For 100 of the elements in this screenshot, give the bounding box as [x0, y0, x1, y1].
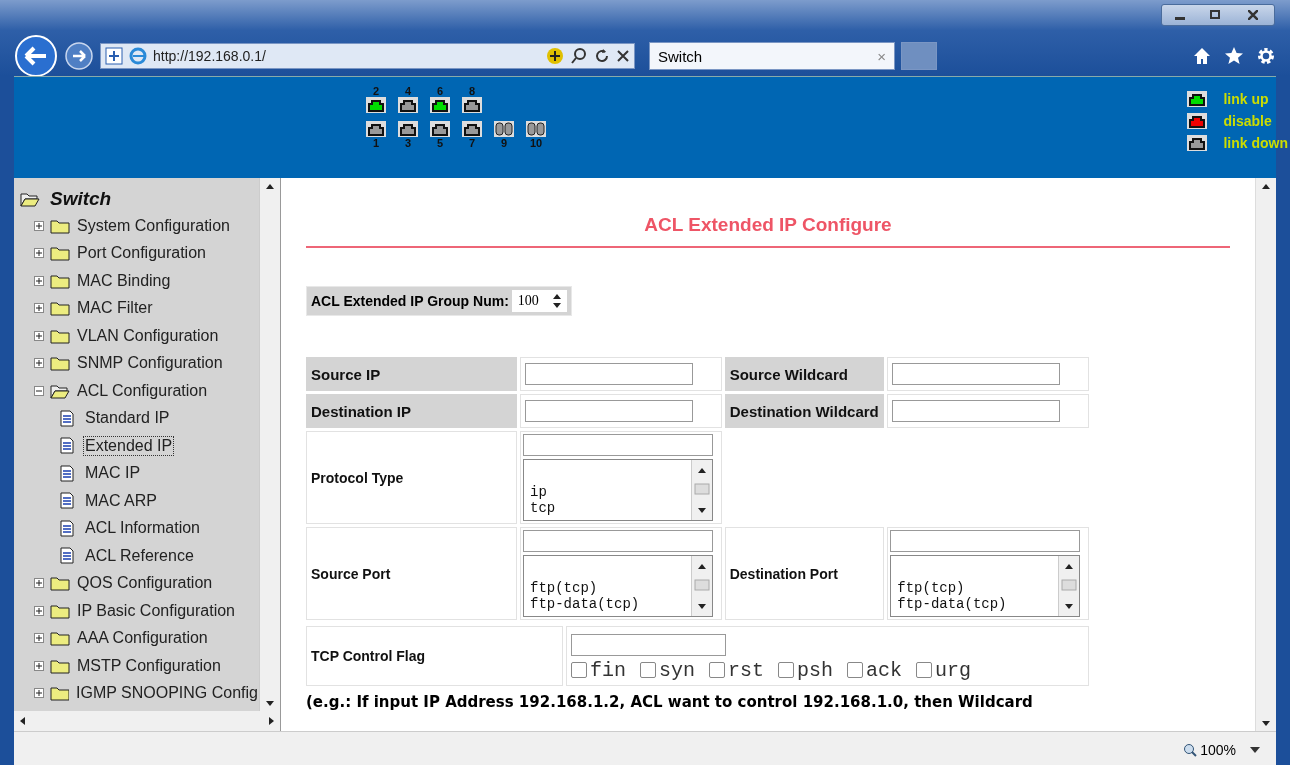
- expand-icon[interactable]: [34, 275, 44, 286]
- tree-item[interactable]: MAC IP: [84, 464, 142, 483]
- tree-item[interactable]: Port Configuration: [76, 244, 207, 263]
- checkbox-label: psh: [797, 658, 834, 682]
- expand-icon[interactable]: [34, 358, 44, 369]
- expand-icon[interactable]: [34, 578, 44, 589]
- folder-icon: [50, 217, 70, 234]
- tree-item[interactable]: SNMP Configuration: [76, 354, 224, 373]
- list-scrollbar[interactable]: [1058, 556, 1080, 616]
- field-label: Source Port: [311, 565, 391, 582]
- document-icon: [60, 409, 74, 427]
- zoom-icon: [1183, 743, 1198, 757]
- list-scrollbar[interactable]: [691, 556, 712, 616]
- input-field[interactable]: [571, 633, 726, 656]
- document-icon: [60, 437, 74, 455]
- input-field[interactable]: [892, 400, 1061, 422]
- checkbox-label: fin: [590, 658, 626, 682]
- checkbox-label: rst: [728, 658, 765, 682]
- scroll-left-icon[interactable]: [18, 716, 28, 726]
- search-icon[interactable]: [570, 47, 588, 65]
- expand-icon[interactable]: [34, 688, 44, 699]
- tree-item[interactable]: System Configuration: [76, 216, 231, 235]
- dropdown-caret-icon[interactable]: [1250, 747, 1260, 753]
- expand-icon[interactable]: [34, 220, 44, 231]
- list-option[interactable]: tcp: [530, 500, 691, 516]
- list-scrollbar[interactable]: [691, 460, 712, 520]
- tree-item[interactable]: VLAN Configuration: [76, 326, 220, 345]
- input-field[interactable]: [523, 434, 713, 456]
- page-scrollbar[interactable]: [1255, 178, 1276, 731]
- open-folder-icon: [50, 382, 70, 399]
- tree-item[interactable]: ACL Reference: [84, 546, 195, 565]
- tree-item[interactable]: IGMP SNOOPING Config: [75, 684, 259, 703]
- tree-item[interactable]: MAC Binding: [76, 271, 172, 290]
- list-option[interactable]: ip: [530, 484, 691, 500]
- expand-icon[interactable]: [34, 605, 44, 616]
- browser-tab[interactable]: Switch ×: [649, 42, 895, 70]
- port-number: 1: [371, 137, 381, 149]
- folder-icon: [50, 327, 70, 344]
- list-option[interactable]: ftp-data(tcp): [530, 596, 691, 612]
- input-field[interactable]: [892, 363, 1061, 385]
- expand-icon[interactable]: [34, 330, 44, 341]
- refresh-icon[interactable]: [594, 47, 610, 65]
- legend-label: link up: [1223, 91, 1269, 107]
- minimize-icon: [1175, 17, 1185, 20]
- field-label: Destination Port: [729, 565, 838, 582]
- maximize-icon: [1210, 10, 1220, 19]
- input-field[interactable]: [525, 400, 693, 422]
- tree-item[interactable]: ACL Configuration: [76, 381, 209, 400]
- list-box[interactable]: ftp(tcp) ftp-data(tcp): [890, 555, 1081, 617]
- group-num-spinner[interactable]: 100: [511, 290, 567, 312]
- forward-button[interactable]: [64, 41, 94, 71]
- tree-item[interactable]: MAC ARP: [84, 491, 158, 510]
- star-icon[interactable]: [1224, 46, 1244, 66]
- shield-icon: [105, 47, 123, 65]
- checkbox[interactable]: [571, 662, 587, 678]
- tree-root[interactable]: Switch: [50, 188, 112, 210]
- spinner-arrows-icon[interactable]: [552, 294, 561, 308]
- tree-item[interactable]: IP Basic Configuration: [76, 601, 236, 620]
- tree-item[interactable]: Standard IP: [84, 409, 171, 428]
- expand-icon[interactable]: [34, 660, 44, 671]
- expand-icon[interactable]: [34, 303, 44, 314]
- document-icon: [60, 547, 74, 565]
- settings-icon[interactable]: [1256, 46, 1276, 66]
- collapse-icon[interactable]: [34, 385, 44, 396]
- input-field[interactable]: [525, 363, 693, 385]
- zoom-control[interactable]: 100%: [1183, 742, 1236, 758]
- tree-item[interactable]: AAA Configuration: [76, 629, 209, 648]
- list-option[interactable]: ftp(tcp): [530, 580, 691, 596]
- tree-item[interactable]: Extended IP: [84, 436, 174, 455]
- folder-icon: [50, 575, 70, 592]
- checkbox-label: urg: [935, 658, 972, 682]
- list-box[interactable]: ip tcp: [523, 459, 713, 521]
- back-button[interactable]: [14, 34, 58, 78]
- list-option[interactable]: ftp(tcp): [897, 580, 1059, 596]
- address-bar[interactable]: http://192.168.0.1/: [100, 43, 635, 69]
- expand-icon[interactable]: [34, 248, 44, 259]
- tree-item[interactable]: MSTP Configuration: [76, 656, 222, 675]
- expand-icon[interactable]: [34, 633, 44, 644]
- checkbox[interactable]: [916, 662, 933, 678]
- vertical-scrollbar[interactable]: [259, 178, 280, 711]
- tree-item[interactable]: ACL Information: [84, 519, 201, 538]
- home-icon[interactable]: [1192, 46, 1212, 66]
- list-option[interactable]: ftp-data(tcp): [897, 596, 1059, 612]
- input-field[interactable]: [890, 530, 1081, 552]
- port-number: 9: [499, 137, 509, 149]
- horizontal-scrollbar[interactable]: [14, 711, 280, 731]
- list-box[interactable]: ftp(tcp) ftp-data(tcp): [523, 555, 713, 617]
- url-text: http://192.168.0.1/: [153, 48, 267, 64]
- input-field[interactable]: [523, 530, 713, 552]
- document-icon: [60, 519, 74, 537]
- tree-item[interactable]: QOS Configuration: [76, 574, 214, 593]
- tab-close-button[interactable]: ×: [877, 47, 886, 65]
- folder-icon: [50, 355, 70, 372]
- checkbox-label: ack: [866, 658, 903, 682]
- checkbox[interactable]: [778, 662, 795, 678]
- tree-item[interactable]: MAC Filter: [76, 299, 154, 318]
- checkbox[interactable]: [640, 662, 656, 678]
- scroll-right-icon[interactable]: [266, 716, 276, 726]
- checkbox[interactable]: [709, 662, 726, 678]
- checkbox[interactable]: [847, 662, 864, 678]
